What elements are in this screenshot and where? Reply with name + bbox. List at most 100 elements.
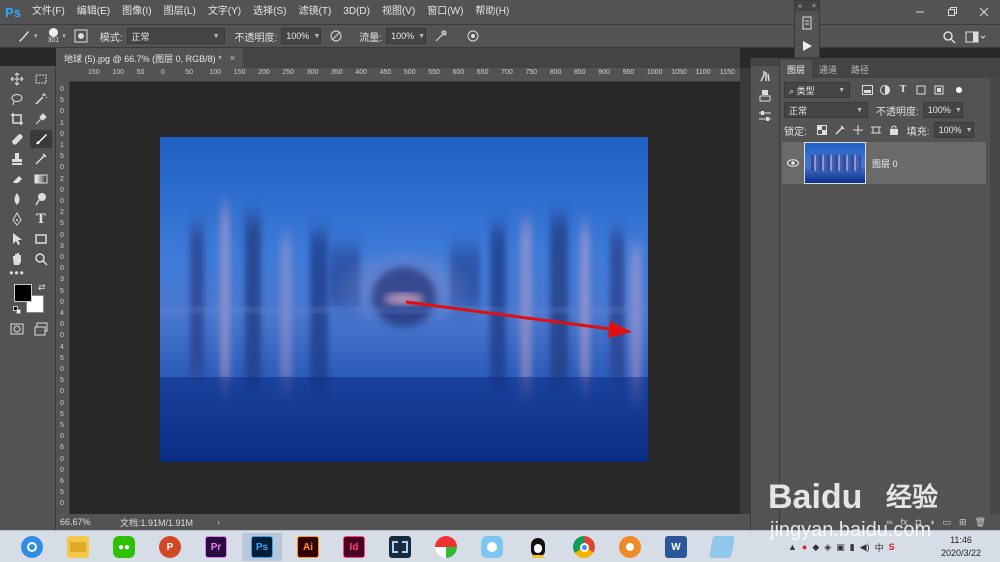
menu-filter[interactable]: 滤镜(T) [293, 0, 338, 24]
move-tool-icon[interactable] [6, 70, 28, 88]
lock-position-icon[interactable] [851, 123, 865, 137]
taskbar-explorer[interactable] [58, 533, 98, 561]
clone-stamp-icon[interactable] [6, 150, 28, 168]
smart-object-filter-icon[interactable] [932, 83, 946, 97]
quick-mask-icon[interactable] [6, 320, 28, 338]
healing-brush-icon[interactable] [6, 130, 28, 148]
canvas-area[interactable] [70, 82, 740, 514]
marquee-tool-icon[interactable] [30, 70, 52, 88]
brush-settings-icon[interactable] [751, 66, 779, 86]
taskbar-illustrator[interactable]: Ai [288, 533, 328, 561]
document-tab[interactable]: 地球 (5).jpg @ 66.7% (图层 0, RGB/8) * × [56, 48, 243, 68]
default-colors-icon[interactable] [13, 306, 21, 314]
tab-paths[interactable]: 路径 [844, 60, 876, 78]
more-tools-icon[interactable]: ••• [6, 264, 28, 282]
tab-channels[interactable]: 通道 [812, 60, 844, 78]
taskbar-tablet-app[interactable] [702, 533, 742, 561]
zoom-tool-icon[interactable] [30, 250, 52, 268]
lasso-tool-icon[interactable] [6, 90, 28, 108]
menu-3d[interactable]: 3D(D) [337, 0, 376, 24]
lock-artboard-icon[interactable] [869, 123, 883, 137]
type-filter-icon[interactable]: T [896, 83, 910, 97]
blur-tool-icon[interactable] [6, 190, 28, 208]
mode-select[interactable]: 正常 ▼ [126, 28, 225, 44]
menu-type[interactable]: 文字(Y) [202, 0, 247, 24]
filter-toggle-icon[interactable] [952, 83, 966, 97]
taskbar-word[interactable]: W [656, 533, 696, 561]
taskbar-pinwheel[interactable] [426, 533, 466, 561]
eyedropper-icon[interactable] [30, 110, 52, 128]
vertical-scrollbar[interactable] [740, 68, 750, 514]
brush-preset-picker[interactable]: 301 [48, 28, 59, 44]
menu-image[interactable]: 图像(I) [116, 0, 157, 24]
taskbar-premiere[interactable]: Pr [196, 533, 236, 561]
layer-row[interactable]: 图层 0 [782, 142, 986, 184]
dodge-tool-icon[interactable] [30, 190, 52, 208]
taskbar-chrome[interactable] [564, 533, 604, 561]
menu-help[interactable]: 帮助(H) [469, 0, 515, 24]
visibility-eye-icon[interactable] [784, 159, 802, 167]
close-panel-icon[interactable]: × [812, 3, 816, 10]
airbrush-icon[interactable] [432, 27, 450, 45]
rectangle-tool-icon[interactable] [30, 230, 52, 248]
taskbar-indesign[interactable]: Id [334, 533, 374, 561]
restore-icon[interactable] [936, 0, 968, 24]
menu-view[interactable]: 视图(V) [376, 0, 421, 24]
shape-filter-icon[interactable] [914, 83, 928, 97]
type-tool-icon[interactable]: T [30, 210, 52, 228]
layer-opacity-input[interactable]: 100% ▼ [922, 102, 963, 118]
taskbar-wechat[interactable]: ●● [104, 533, 144, 561]
swap-colors-icon[interactable]: ⇄ [38, 282, 46, 293]
properties-icon[interactable] [751, 106, 779, 126]
brush-tool-icon[interactable] [14, 27, 32, 45]
lock-pixels-icon[interactable] [833, 123, 847, 137]
crop-tool-icon[interactable] [6, 110, 28, 128]
layer-name[interactable]: 图层 0 [872, 157, 898, 170]
workspace-icon[interactable] [964, 28, 988, 46]
pen-tool-icon[interactable] [6, 210, 28, 228]
taskbar-photoshop[interactable]: Ps [242, 533, 282, 561]
pixel-filter-icon[interactable] [860, 83, 874, 97]
fill-input[interactable]: 100% ▼ [933, 122, 974, 138]
flow-input[interactable]: 100% ▼ [386, 28, 427, 44]
menu-file[interactable]: 文件(F) [26, 0, 71, 24]
document-image[interactable] [160, 137, 648, 462]
taskbar-qq[interactable] [518, 533, 558, 561]
gradient-tool-icon[interactable] [30, 170, 52, 188]
tab-close-icon[interactable]: × [230, 53, 235, 63]
zoom-level[interactable]: 66.67% [60, 517, 112, 527]
blend-mode-select[interactable]: 正常 ▼ [784, 102, 868, 118]
minimize-icon[interactable] [904, 0, 936, 24]
history-brush-icon[interactable] [30, 150, 52, 168]
filter-type-select[interactable]: ⌕ 类型 ▼ [784, 82, 850, 98]
screen-mode-icon[interactable] [30, 320, 52, 338]
menu-window[interactable]: 窗口(W) [421, 0, 469, 24]
layers-scrollbar[interactable] [990, 78, 1000, 514]
close-icon[interactable] [968, 0, 1000, 24]
menu-select[interactable]: 选择(S) [247, 0, 292, 24]
search-icon[interactable] [940, 28, 958, 46]
taskbar-powerpoint[interactable]: P [150, 533, 190, 561]
tab-layers[interactable]: 图层 [780, 60, 813, 78]
status-menu-icon[interactable]: › [217, 517, 220, 527]
lock-transparency-icon[interactable] [815, 123, 829, 137]
preset-caret-icon[interactable]: ▾ [34, 32, 38, 40]
menu-edit[interactable]: 编辑(E) [71, 0, 116, 24]
clone-source-icon[interactable] [751, 86, 779, 106]
taskbar-video-editor[interactable] [380, 533, 420, 561]
eraser-icon[interactable] [6, 170, 28, 188]
opacity-input[interactable]: 100% ▼ [281, 28, 322, 44]
taskbar-bird-app[interactable] [472, 533, 512, 561]
foreground-color-swatch[interactable] [14, 284, 32, 302]
path-select-icon[interactable] [6, 230, 28, 248]
adjustment-filter-icon[interactable] [878, 83, 892, 97]
play-icon[interactable] [795, 35, 819, 57]
menu-layer[interactable]: 图层(L) [158, 0, 202, 24]
brush-tool-icon[interactable] [30, 130, 52, 148]
taskbar-orange-app[interactable] [610, 533, 650, 561]
magic-wand-icon[interactable] [30, 90, 52, 108]
brush-panel-icon[interactable] [72, 27, 90, 45]
pressure-opacity-icon[interactable] [327, 27, 345, 45]
lock-all-icon[interactable] [887, 123, 901, 137]
collapse-icon[interactable]: » [798, 3, 802, 10]
